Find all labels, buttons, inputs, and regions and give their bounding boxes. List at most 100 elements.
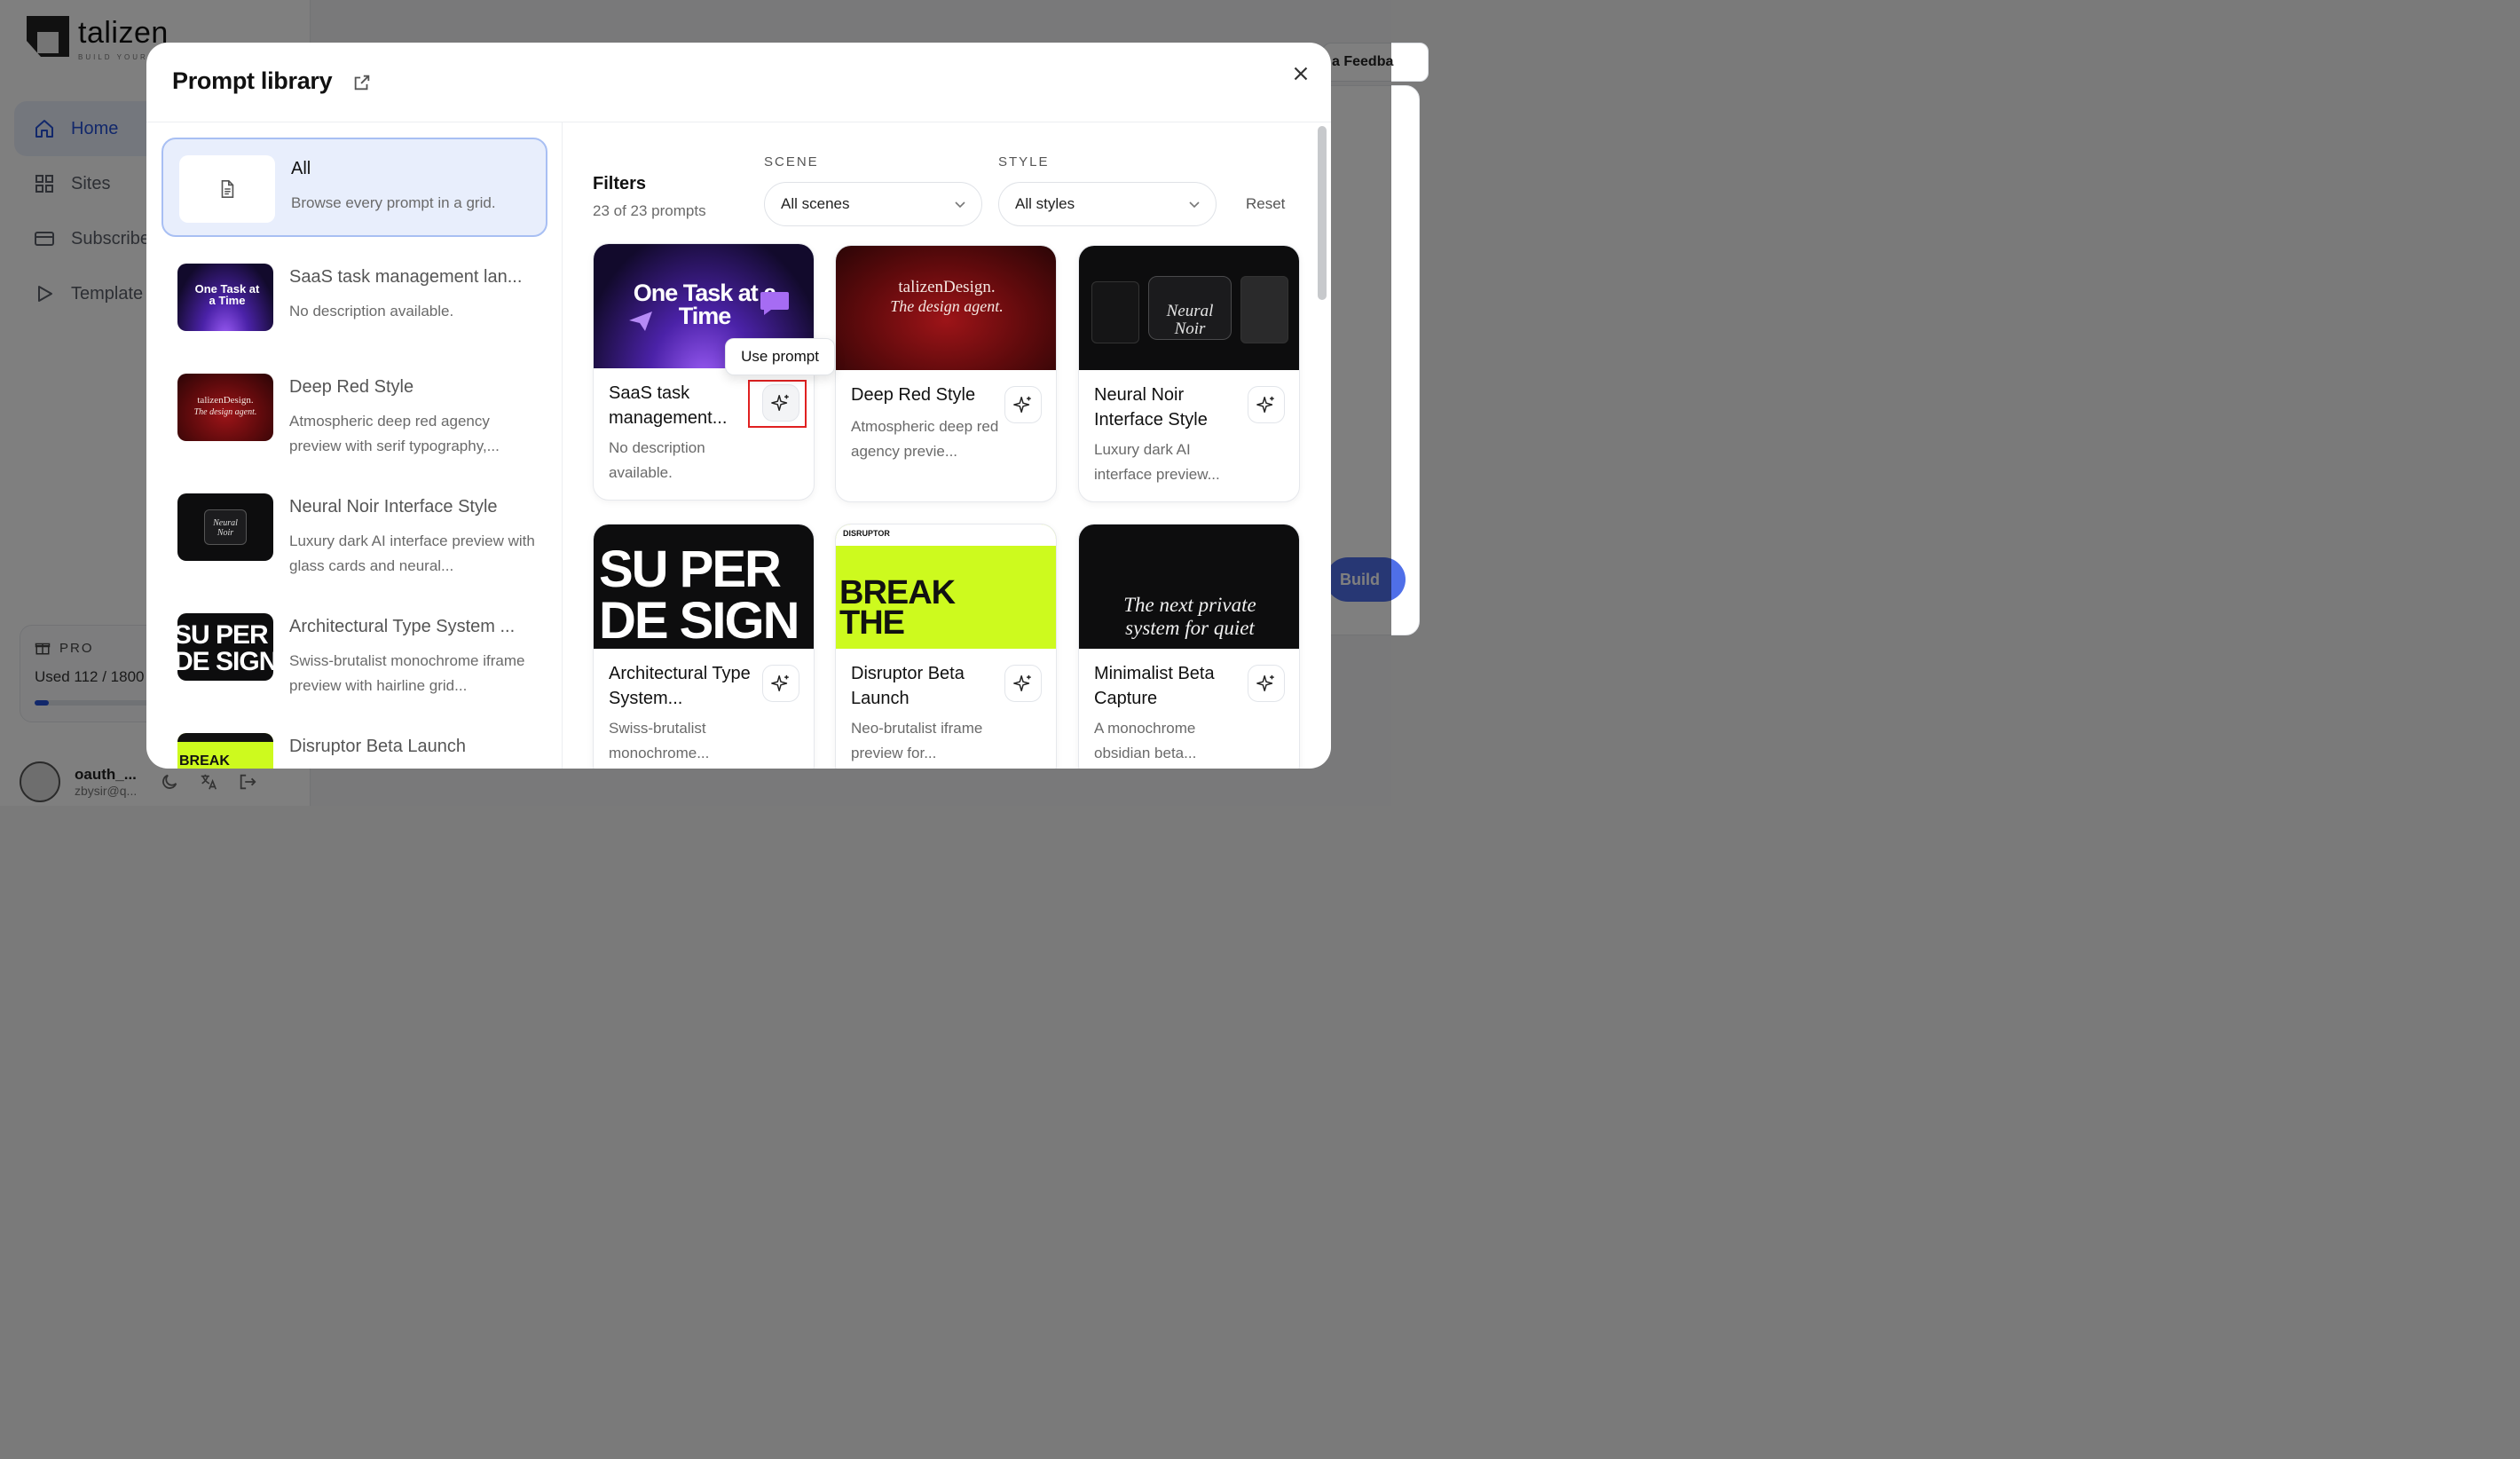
use-prompt-button[interactable]	[1004, 665, 1042, 702]
thumb-topbar	[177, 733, 273, 742]
style-select-value: All styles	[1015, 195, 1075, 212]
list-thumb: One Task at a Time	[177, 264, 273, 331]
thumb-line: Noir	[1174, 319, 1206, 338]
card-title: Neural Noir Interface Style	[1094, 385, 1208, 430]
thumb-title: SU PER DE SIGN	[599, 544, 814, 647]
list-thumb: SU PER DE SIGN	[177, 613, 273, 681]
list-item[interactable]: One Task at a Time SaaS task management …	[161, 248, 547, 347]
thumb-subtitle: The design agent.	[193, 407, 257, 417]
card-desc: No description available.	[609, 439, 705, 481]
thumb-line: SU PER	[177, 620, 269, 650]
close-icon[interactable]	[1289, 62, 1312, 85]
chevron-down-icon	[1189, 201, 1200, 209]
thumb-line: SU PER	[599, 540, 782, 598]
card-title: Deep Red Style	[851, 385, 976, 405]
use-prompt-button[interactable]	[1248, 386, 1285, 423]
thumb-side-card	[1240, 276, 1288, 343]
use-prompt-button[interactable]	[1248, 665, 1285, 702]
list-item-title: Disruptor Beta Launch	[289, 737, 467, 756]
thumb-title: SU PER DE SIGN	[177, 622, 273, 675]
thumb-title: One Task at a Time	[194, 282, 260, 307]
thumb-line: system for quiet	[1125, 617, 1255, 639]
style-caption: STYLE	[998, 154, 1050, 170]
thumb-title: BREAK THE	[839, 576, 956, 640]
thumb-subtitle: The design agent.	[890, 297, 1004, 315]
paper-plane-icon	[629, 312, 652, 331]
list-thumb: talizenDesign. The design agent.	[177, 374, 273, 441]
use-prompt-tooltip: Use prompt	[725, 338, 835, 375]
filters-count: 23 of 23 prompts	[593, 202, 706, 219]
list-item-title: Neural Noir Interface Style	[289, 497, 498, 517]
style-select[interactable]: All styles	[998, 182, 1217, 226]
prompt-card[interactable]: SU PER DE SIGN Architectural Type System.…	[593, 524, 815, 769]
list-item-title: SaaS task management lan...	[289, 267, 523, 287]
list-item[interactable]: SU PER DE SIGN Architectural Type System …	[161, 597, 547, 697]
document-icon	[221, 180, 234, 198]
sparkle-icon	[771, 674, 789, 691]
card-title: Architectural Type System...	[609, 664, 751, 708]
card-title: Minimalist Beta Capture	[1094, 664, 1215, 708]
list-item-title: Architectural Type System ...	[289, 617, 516, 636]
list-item[interactable]: Neural Noir Neural Noir Interface Style L…	[161, 477, 547, 577]
list-thumb: Neural Noir	[177, 493, 273, 561]
list-item-desc: No description available.	[289, 303, 454, 319]
list-item-desc: Luxury dark AI interface preview with gl…	[289, 532, 535, 574]
card-thumb: talizenDesign. The design agent.	[836, 246, 1056, 370]
highlight-box	[748, 380, 807, 428]
chat-bubble-icon	[760, 292, 789, 315]
thumb-title: talizenDesign.	[197, 395, 254, 406]
sparkle-icon	[1256, 396, 1274, 413]
list-item[interactable]: BREAK Disruptor Beta Launch	[161, 717, 547, 769]
filters-label: Filters	[593, 174, 647, 193]
thumb-title: BREAK	[179, 753, 230, 769]
card-thumb: SU PER DE SIGN	[594, 524, 814, 649]
card-desc: Swiss-brutalist monochrome...	[609, 720, 710, 761]
card-desc: Neo-brutalist iframe preview for...	[851, 720, 983, 761]
thumb-line: Neural	[213, 518, 238, 528]
chevron-down-icon	[955, 201, 965, 209]
card-desc: Atmospheric deep red agency previe...	[851, 418, 999, 460]
thumb-title: The next private system for quiet	[1079, 594, 1299, 640]
card-desc: Luxury dark AI interface preview...	[1094, 441, 1220, 483]
thumb-title: Neural Noir	[1148, 303, 1232, 338]
prompt-card[interactable]: Neural Noir Neural Noir Interface Style L…	[1078, 245, 1300, 502]
thumb-line: DE SIGN	[599, 592, 799, 649]
thumb-title: Neural Noir	[204, 518, 247, 538]
modal-title: Prompt library	[172, 67, 333, 94]
prompt-card[interactable]: The next private system for quiet Minimal…	[1078, 524, 1300, 769]
scene-select-value: All scenes	[781, 195, 850, 212]
use-prompt-button[interactable]	[762, 665, 799, 702]
card-thumb: The next private system for quiet	[1079, 524, 1299, 649]
scrollbar[interactable]	[1318, 126, 1327, 300]
thumb-side-card	[1091, 281, 1139, 343]
list-thumb: BREAK	[177, 733, 273, 769]
prompt-card[interactable]: DISRUPTOR BREAK THE Disruptor Beta Launch…	[835, 524, 1057, 769]
use-prompt-button[interactable]	[1004, 386, 1042, 423]
scene-select[interactable]: All scenes	[764, 182, 982, 226]
thumb-brand: DISRUPTOR	[843, 529, 890, 538]
prompt-card[interactable]: talizenDesign. The design agent. Deep Re…	[835, 245, 1057, 502]
card-thumb: DISRUPTOR BREAK THE	[836, 524, 1056, 649]
list-item-title: Deep Red Style	[289, 377, 414, 397]
list-item-desc: Atmospheric deep red agency preview with…	[289, 413, 500, 454]
thumb-line: Noir	[217, 528, 234, 538]
reset-button[interactable]: Reset	[1246, 195, 1285, 213]
list-item[interactable]: talizenDesign. The design agent. Deep Re…	[161, 358, 547, 457]
list-item-title: All	[291, 159, 311, 178]
prompt-library-modal: Prompt library All Browse every prompt i…	[146, 43, 1331, 769]
list-item-desc: Browse every prompt in a grid.	[291, 194, 496, 211]
list-item-all[interactable]: All Browse every prompt in a grid.	[161, 138, 547, 237]
prompt-grid-panel: Filters 23 of 23 prompts SCENE STYLE All…	[563, 122, 1331, 769]
thumb-line: DE SIGN	[177, 647, 273, 676]
scene-caption: SCENE	[764, 154, 819, 170]
card-thumb: Neural Noir	[1079, 246, 1299, 370]
modal-header: Prompt library	[146, 43, 1331, 122]
prompt-list: All Browse every prompt in a grid. One T…	[146, 122, 563, 769]
thumb-line: The next private	[1123, 594, 1256, 616]
list-item-desc: Swiss-brutalist monochrome iframe previe…	[289, 652, 525, 694]
sparkle-icon	[1256, 674, 1274, 691]
card-title: SaaS task management...	[609, 383, 728, 428]
external-link-icon[interactable]	[352, 73, 372, 92]
thumb-line: THE	[839, 604, 905, 642]
sparkle-icon	[1013, 396, 1031, 413]
